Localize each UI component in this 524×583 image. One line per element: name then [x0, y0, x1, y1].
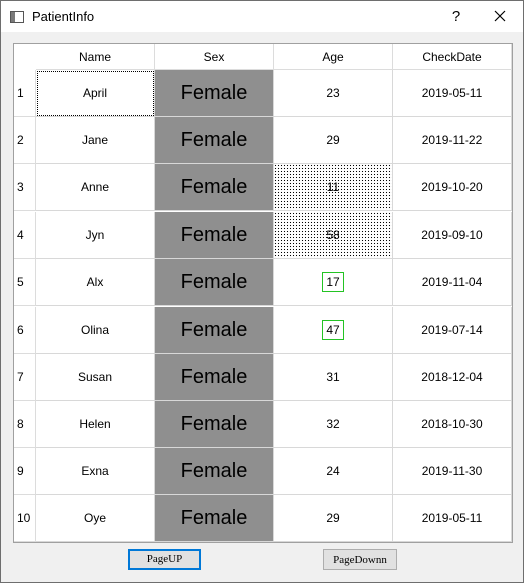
name-cell[interactable]: Exna	[36, 448, 155, 495]
close-button[interactable]	[483, 1, 517, 32]
age-cell[interactable]: 32	[274, 401, 393, 448]
patient-table: Name Sex Age CheckDate 1 April Female 23 201…	[13, 43, 513, 543]
age-cell[interactable]: 31	[274, 354, 393, 401]
name-cell[interactable]: Jane	[36, 117, 155, 164]
row-header[interactable]: 6	[14, 307, 36, 354]
column-header-age[interactable]: Age	[274, 44, 393, 70]
checkdate-cell[interactable]: 2019-11-22	[393, 117, 512, 164]
checkdate-cell[interactable]: 2019-05-11	[393, 495, 512, 542]
row-header[interactable]: 3	[14, 164, 36, 211]
sex-cell[interactable]: Female	[155, 212, 274, 259]
app-window-icon	[10, 11, 24, 23]
checkdate-cell[interactable]: 2018-10-30	[393, 401, 512, 448]
sex-cell[interactable]: Female	[155, 259, 274, 306]
row-header[interactable]: 2	[14, 117, 36, 164]
sex-cell[interactable]: Female	[155, 70, 274, 117]
sex-cell[interactable]: Female	[155, 401, 274, 448]
page-down-button[interactable]: PageDownn	[323, 549, 397, 570]
sex-cell[interactable]: Female	[155, 117, 274, 164]
age-value: 17	[322, 272, 344, 292]
column-header-checkdate[interactable]: CheckDate	[393, 44, 512, 70]
row-header[interactable]: 9	[14, 448, 36, 495]
name-cell[interactable]: Anne	[36, 164, 155, 211]
row-header[interactable]: 7	[14, 354, 36, 401]
name-cell[interactable]: Helen	[36, 401, 155, 448]
sex-cell[interactable]: Female	[155, 495, 274, 542]
checkdate-cell[interactable]: 2019-07-14	[393, 307, 512, 354]
help-button[interactable]: ?	[441, 1, 471, 32]
window-title: PatientInfo	[32, 9, 95, 24]
name-cell[interactable]: Alx	[36, 259, 155, 306]
sex-cell[interactable]: Female	[155, 164, 274, 211]
age-cell[interactable]: 29	[274, 117, 393, 164]
age-cell[interactable]: 29	[274, 495, 393, 542]
sex-cell[interactable]: Female	[155, 354, 274, 401]
column-header-sex[interactable]: Sex	[155, 44, 274, 70]
row-header[interactable]: 8	[14, 401, 36, 448]
title-bar: PatientInfo ?	[1, 1, 523, 32]
sex-cell[interactable]: Female	[155, 307, 274, 354]
column-header-name[interactable]: Name	[36, 44, 155, 70]
page-up-button[interactable]: PageUP	[128, 549, 201, 570]
name-cell[interactable]: Susan	[36, 354, 155, 401]
age-cell[interactable]: 58	[274, 212, 393, 259]
name-cell[interactable]: Oye	[36, 495, 155, 542]
sex-cell[interactable]: Female	[155, 448, 274, 495]
age-cell[interactable]: 47	[274, 307, 393, 354]
checkdate-cell[interactable]: 2019-11-30	[393, 448, 512, 495]
age-cell[interactable]: 11	[274, 164, 393, 211]
row-header[interactable]: 5	[14, 259, 36, 306]
row-header[interactable]: 10	[14, 495, 36, 542]
close-icon	[494, 10, 506, 22]
row-header[interactable]: 4	[14, 212, 36, 259]
age-cell[interactable]: 23	[274, 70, 393, 117]
checkdate-cell[interactable]: 2019-11-04	[393, 259, 512, 306]
age-value: 47	[322, 320, 344, 340]
checkdate-cell[interactable]: 2019-05-11	[393, 70, 512, 117]
checkdate-cell[interactable]: 2018-12-04	[393, 354, 512, 401]
patient-info-window: PatientInfo ? Name Sex Age CheckDate 1 Ap…	[0, 0, 524, 583]
table-corner[interactable]	[14, 44, 37, 71]
age-cell[interactable]: 17	[274, 259, 393, 306]
age-cell[interactable]: 24	[274, 448, 393, 495]
row-header[interactable]: 1	[14, 70, 36, 117]
name-cell[interactable]: Jyn	[36, 212, 155, 259]
name-cell[interactable]: April	[36, 70, 155, 117]
checkdate-cell[interactable]: 2019-09-10	[393, 212, 512, 259]
name-cell[interactable]: Olina	[36, 307, 155, 354]
checkdate-cell[interactable]: 2019-10-20	[393, 164, 512, 211]
